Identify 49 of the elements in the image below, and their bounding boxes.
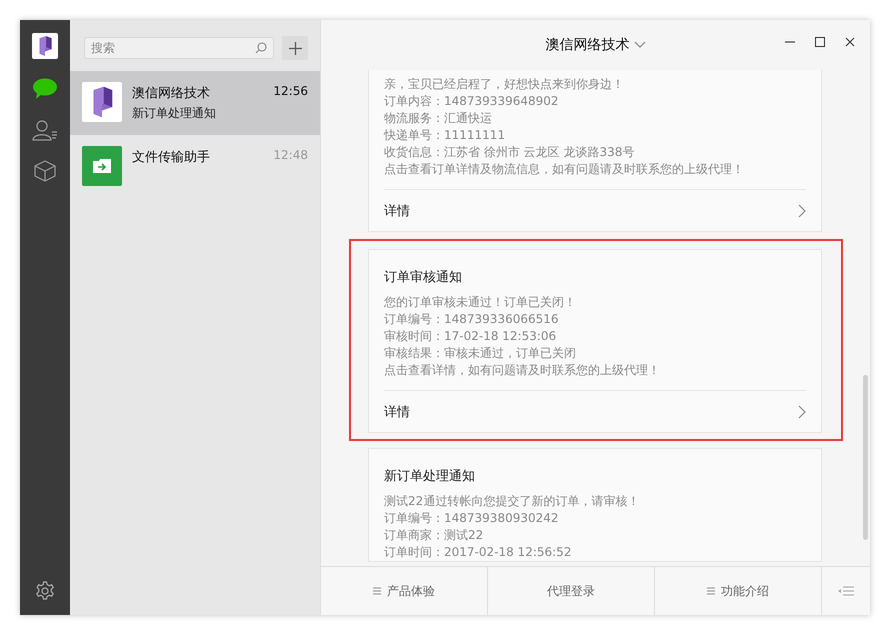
card-text-line: 订单编号：148739336066516 xyxy=(384,311,560,328)
cube-icon[interactable] xyxy=(34,160,56,182)
chevron-right-icon xyxy=(798,404,806,418)
card-text-line: 审核结果：审核未通过，订单已关闭 xyxy=(384,345,577,362)
search-input[interactable]: 搜索 xyxy=(91,41,255,55)
minimize-icon xyxy=(785,41,795,43)
menu-collapse-icon xyxy=(838,586,854,596)
add-button[interactable] xyxy=(282,36,308,60)
chat-name: 澳信网络技术 xyxy=(132,85,211,102)
search-icon xyxy=(255,42,267,54)
contacts-icon[interactable] xyxy=(32,119,58,141)
card-text-line: 测试22通过转帐向您提交了新的订单，请审核！ xyxy=(384,493,640,510)
chat-time: 12:48 xyxy=(273,147,308,162)
menu-button[interactable]: 代理登录 xyxy=(488,567,655,615)
details-link[interactable]: 详情 xyxy=(384,189,806,231)
chevron-down-icon[interactable] xyxy=(634,41,646,49)
close-icon xyxy=(845,37,855,47)
menu-button[interactable]: 功能介绍 xyxy=(655,567,822,615)
card-title: 订单审核通知 xyxy=(384,269,463,286)
card-text-line: 收货信息：江苏省 徐州市 云龙区 龙谈路338号 xyxy=(384,144,636,161)
chat-list-item[interactable]: 文件传输助手 12:48 xyxy=(70,135,320,199)
card-text-line: 订单时间：2017-02-18 12:56:52 xyxy=(384,544,572,561)
scrollbar-thumb[interactable] xyxy=(863,375,868,540)
chat-preview: 新订单处理通知 xyxy=(132,105,217,122)
card-text-line: 点击查看详情，如有问题请及时联系您的上级代理！ xyxy=(384,362,661,379)
card-text-line: 订单商家：测试22 xyxy=(384,527,484,544)
chat-bubble-icon[interactable] xyxy=(32,78,58,100)
chat-time: 12:56 xyxy=(273,83,308,98)
menu-button[interactable]: 产品体验 xyxy=(321,567,488,615)
settings-icon[interactable] xyxy=(35,581,55,601)
card-text-line: 您的订单审核未通过！订单已关闭！ xyxy=(384,294,577,311)
chat-name: 文件传输助手 xyxy=(132,149,211,166)
chevron-right-icon xyxy=(798,204,806,218)
folder-arrow-icon xyxy=(93,159,111,173)
search-field[interactable]: 搜索 xyxy=(84,37,274,59)
card-text-line: 快递单号：11111111 xyxy=(384,127,506,144)
card-text-line: 订单编号：148739380930242 xyxy=(384,510,560,527)
card-text-line: 物流服务：汇通快运 xyxy=(384,110,493,127)
card-title: 新订单处理通知 xyxy=(384,468,476,485)
app-logo[interactable] xyxy=(32,33,58,59)
details-link[interactable]: 详情 xyxy=(384,390,806,432)
card-text-line: 点击查看订单详情及物流信息，如有问题请及时联系您的上级代理！ xyxy=(384,161,745,178)
card-text-line: 亲，宝贝已经启程了，好想快点来到你身边！ xyxy=(384,76,625,93)
card-text-line: 订单内容：148739339648902 xyxy=(384,93,560,110)
chat-title: 澳信网络技术 xyxy=(546,36,630,54)
card-text-line: 审核时间：17-02-18 12:53:06 xyxy=(384,328,558,345)
maximize-icon xyxy=(815,37,825,47)
chat-list-item[interactable]: 澳信网络技术 新订单处理通知 12:56 xyxy=(70,71,320,135)
plus-icon xyxy=(288,42,302,54)
